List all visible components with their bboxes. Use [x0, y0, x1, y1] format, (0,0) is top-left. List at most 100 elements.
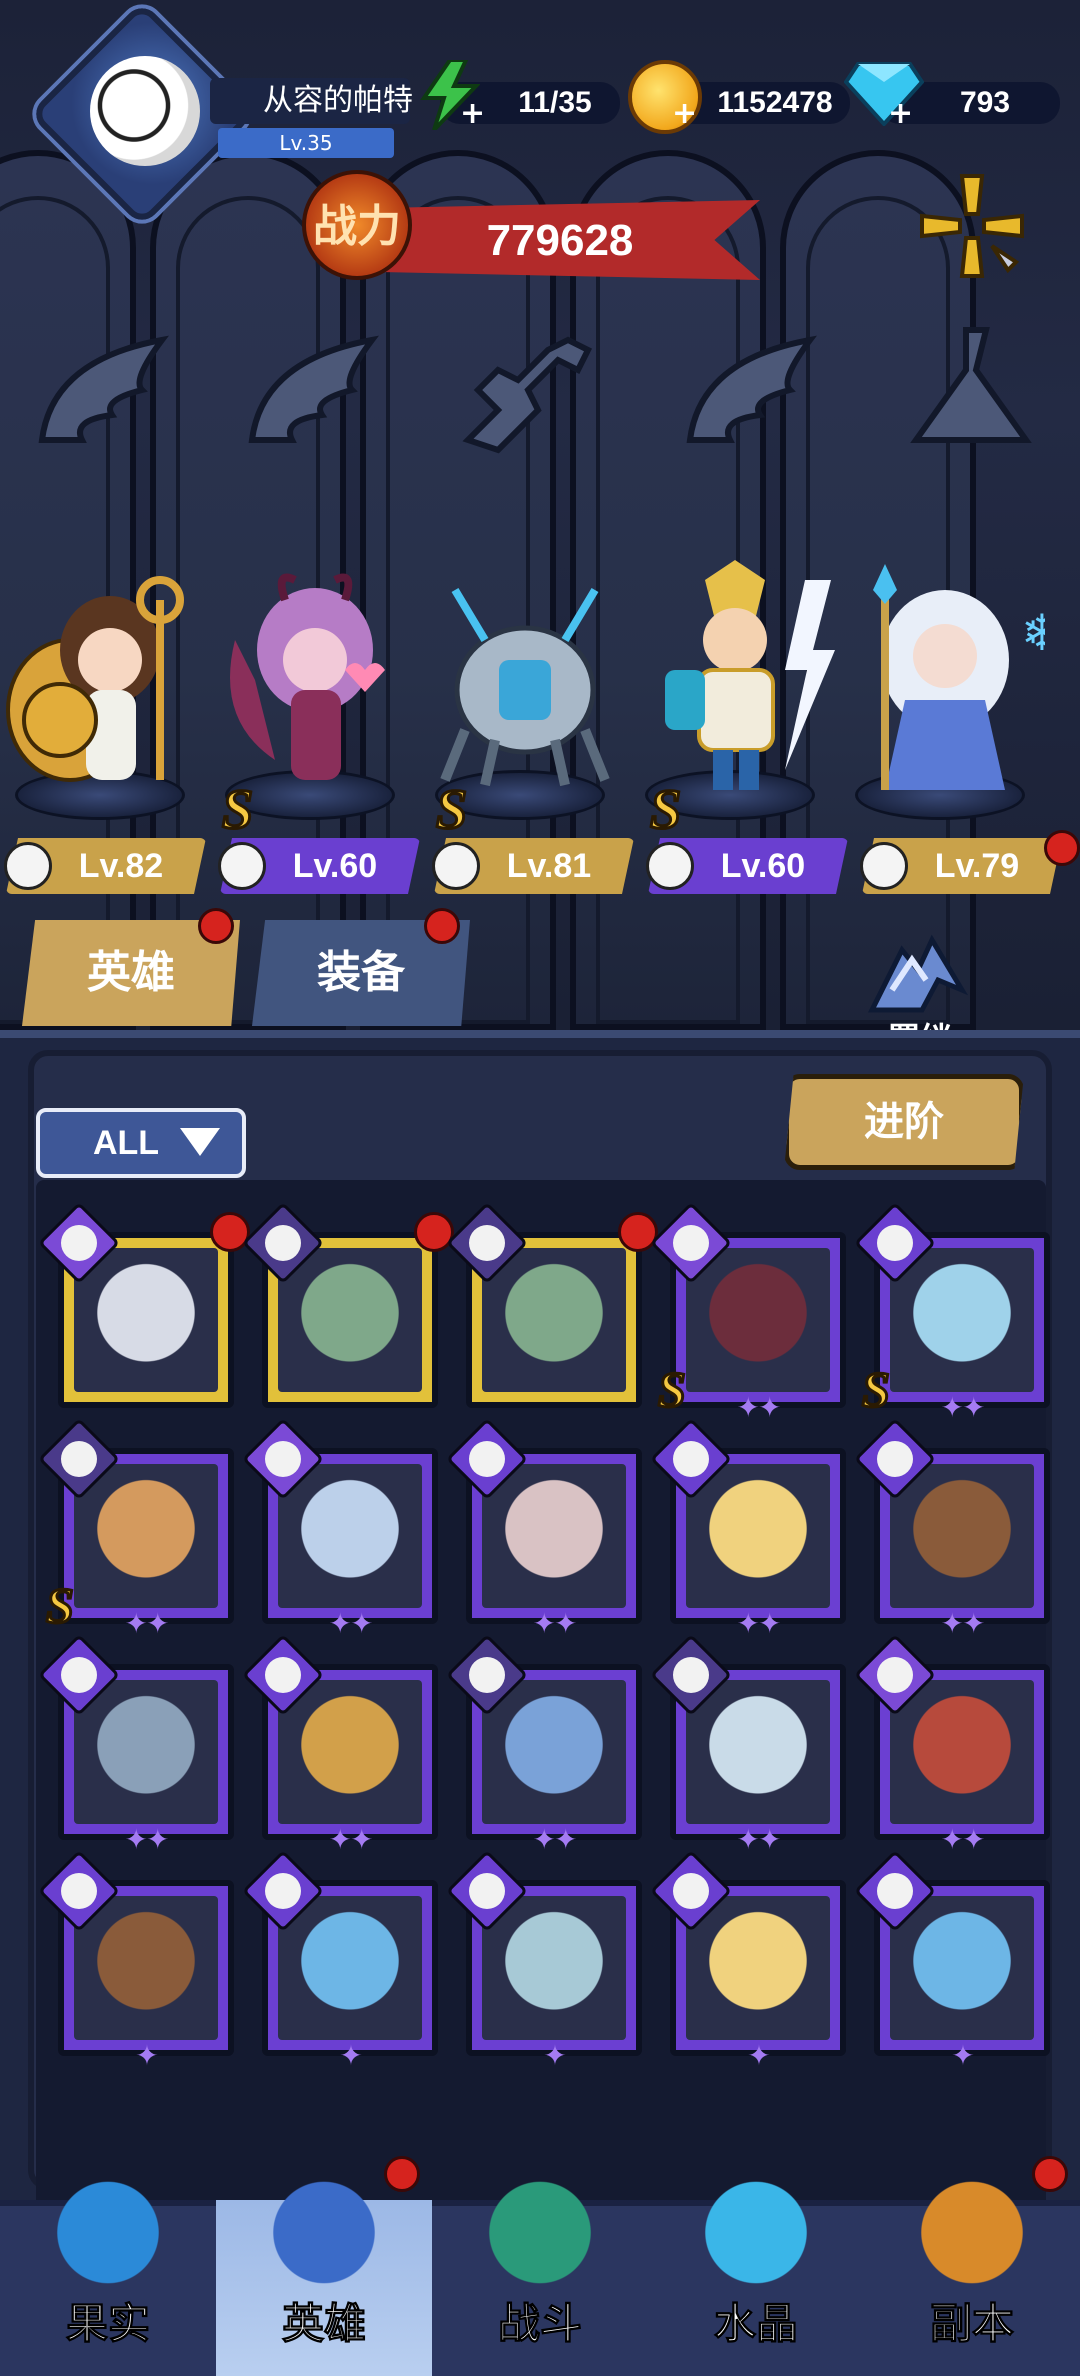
add-diamond-icon[interactable]: +: [888, 96, 913, 131]
wrench-icon: [265, 1657, 301, 1693]
hero-card[interactable]: ✦✦ S: [853, 1201, 1050, 1424]
s-rank-badge: S: [648, 778, 682, 843]
gold-value: 1152478: [717, 86, 833, 119]
s-rank-badge: S: [434, 778, 468, 843]
star-rating: ✦: [339, 2039, 363, 2072]
hero-card[interactable]: [445, 1201, 658, 1408]
star-rating: ✦: [747, 2039, 771, 2072]
hero-card[interactable]: ✦✦: [241, 1417, 438, 1640]
hero-succubus[interactable]: [215, 560, 415, 800]
star-rating: ✦: [543, 2039, 567, 2072]
potion-icon: [877, 1657, 913, 1693]
hero-card[interactable]: ✦: [649, 1849, 846, 2072]
hero-ice-queen[interactable]: ❄: [845, 560, 1045, 800]
notification-dot: [198, 908, 234, 944]
wizard-hat-icon: [249, 2150, 399, 2300]
nav-label: 战斗: [497, 2299, 582, 2349]
hero-card[interactable]: ✦✦: [241, 1633, 438, 1856]
hero-card[interactable]: ✦✦: [445, 1417, 642, 1640]
notification-dot: [210, 1212, 250, 1252]
notification-dot: [384, 2156, 420, 2192]
crystal-icon: [681, 2150, 831, 2300]
star-rating: ✦: [135, 2039, 159, 2072]
hero-card[interactable]: [241, 1201, 454, 1408]
star-rating: ✦✦: [328, 1607, 374, 1640]
add-energy-icon[interactable]: +: [460, 96, 485, 131]
wing-emblem-icon: [686, 335, 817, 443]
hero-card[interactable]: ✦: [853, 1849, 1050, 2072]
advance-button-label: 进阶: [864, 1099, 944, 1145]
wing-icon: [469, 1441, 505, 1477]
bond-icon[interactable]: [862, 930, 972, 1020]
hero-level: Lv.60: [292, 847, 378, 885]
hero-portrait: [278, 1248, 422, 1392]
star-rating: ✦✦: [328, 1823, 374, 1856]
claw-icon: [469, 1225, 505, 1261]
hero-card[interactable]: ✦✦: [853, 1417, 1050, 1640]
hero-portrait: [686, 1248, 830, 1392]
potion-icon: [673, 1225, 709, 1261]
hero-lightning-knight[interactable]: [635, 560, 835, 800]
hero-card[interactable]: ✦: [445, 1849, 642, 2072]
hero-card[interactable]: ✦✦: [37, 1633, 234, 1856]
sword-icon: [465, 2150, 615, 2300]
hero-card[interactable]: ✦✦: [649, 1633, 846, 1856]
star-rating: ✦✦: [940, 1607, 986, 1640]
hero-portrait: [482, 1896, 626, 2040]
hero-card[interactable]: ✦: [241, 1849, 438, 2072]
hero-portrait: [890, 1464, 1034, 1608]
power-value: 779628: [486, 216, 634, 265]
hero-level: Lv.79: [934, 847, 1020, 885]
nav-label: 英雄: [281, 2299, 366, 2349]
energy-value: 11/35: [518, 86, 592, 119]
hero-portrait: [278, 1680, 422, 1824]
hero-portrait: [74, 1896, 218, 2040]
s-rank-badge: S: [861, 1360, 892, 1419]
hero-card[interactable]: ✦✦: [445, 1633, 642, 1856]
hero-card[interactable]: ✦✦ S: [37, 1417, 234, 1640]
hero-portrait: [278, 1896, 422, 2040]
wing-emblem-icon: [248, 335, 379, 443]
hero-portrait: [482, 1680, 626, 1824]
hero-card[interactable]: ✦: [37, 1849, 234, 2072]
chevron-down-icon: [180, 1128, 220, 1156]
claw-icon: [265, 1225, 301, 1261]
avatar[interactable]: [90, 56, 200, 166]
claw-icon: [61, 1441, 97, 1477]
hero-goddess[interactable]: [0, 560, 200, 800]
wrench-icon: [265, 1873, 301, 1909]
power-label: 战力: [313, 201, 401, 252]
nav-label: 副本: [929, 2299, 1014, 2349]
add-gold-icon[interactable]: +: [672, 96, 697, 131]
hero-portrait: [74, 1464, 218, 1608]
hero-portrait: [890, 1680, 1034, 1824]
hero-card[interactable]: ✦✦ S: [649, 1201, 846, 1424]
s-rank-badge: S: [45, 1576, 76, 1635]
hero-portrait: [890, 1896, 1034, 2040]
wing-icon: [61, 1873, 97, 1909]
claw-icon: [469, 1657, 505, 1693]
wrench-icon: [469, 1873, 505, 1909]
notification-dot: [1044, 830, 1080, 866]
nav-label: 水晶: [713, 2299, 798, 2349]
wing-emblem-icon: [38, 335, 169, 443]
hero-card[interactable]: ✦✦: [649, 1417, 846, 1640]
settings-gear-icon[interactable]: [912, 166, 1032, 286]
filter-selected: ALL: [92, 1124, 160, 1162]
hero-portrait: [482, 1248, 626, 1392]
hero-portrait: [686, 1464, 830, 1608]
portal-icon: [897, 2150, 1047, 2300]
wrench-icon: [877, 1225, 913, 1261]
diamond-value: 793: [959, 86, 1011, 119]
hero-mech-bug[interactable]: [425, 560, 625, 800]
player-level: Lv.35: [279, 131, 333, 155]
hero-portrait: [482, 1464, 626, 1608]
star-rating: ✦✦: [736, 1823, 782, 1856]
hero-card[interactable]: ✦✦: [853, 1633, 1050, 1856]
s-rank-badge: S: [220, 778, 254, 843]
claw-icon: [673, 1657, 709, 1693]
star-rating: ✦: [951, 2039, 975, 2072]
hero-portrait: [686, 1680, 830, 1824]
hero-card[interactable]: [37, 1201, 250, 1408]
hero-portrait: [686, 1896, 830, 2040]
